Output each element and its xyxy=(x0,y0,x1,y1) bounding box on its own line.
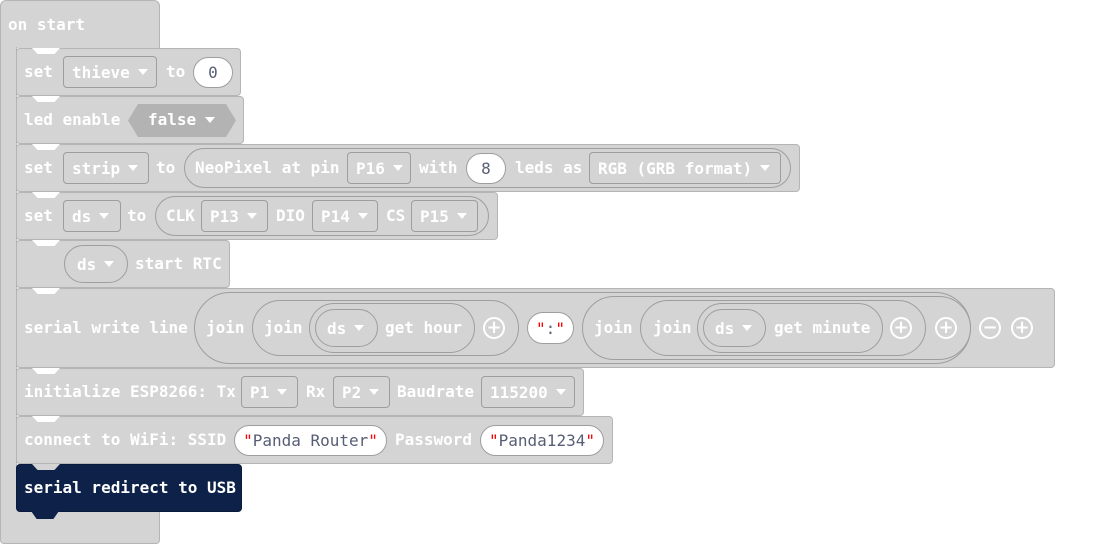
dropdown-arrow-icon xyxy=(456,213,467,219)
dropdown-arrow-icon xyxy=(392,165,403,171)
serial-write-line-label: serial write line xyxy=(24,318,188,337)
hour-variable-dropdown[interactable]: ds xyxy=(315,309,378,347)
variable-dropdown-thieve[interactable]: thieve xyxy=(63,56,157,88)
get-minute-label: get minute xyxy=(774,318,871,337)
on-start-label: on start xyxy=(8,15,86,34)
dropdown-arrow-icon xyxy=(555,389,566,395)
dropdown-arrow-icon xyxy=(137,69,148,75)
set-keyword: set xyxy=(24,158,53,177)
dropdown-arrow-icon xyxy=(354,325,365,331)
plus-icon[interactable]: + xyxy=(890,317,912,339)
neopixel-label: NeoPixel at pin xyxy=(195,158,340,177)
to-keyword: to xyxy=(166,62,186,81)
set-keyword: set xyxy=(24,62,53,81)
led-count-input[interactable]: 8 xyxy=(466,153,506,184)
leds-as-label: leds as xyxy=(515,158,583,177)
variable-dropdown-ds[interactable]: ds xyxy=(63,200,121,232)
dio-label: DIO xyxy=(276,206,305,225)
tx-pin-dropdown[interactable]: P1 xyxy=(241,376,298,408)
to-keyword: to xyxy=(127,206,147,225)
workspace: on start set thieve to 0 led enable fals… xyxy=(0,0,1106,544)
number-input[interactable]: 0 xyxy=(193,57,233,88)
variable-name: strip xyxy=(72,158,121,178)
get-hour-label: get hour xyxy=(385,318,463,337)
password-input[interactable]: " Panda1234 " xyxy=(480,425,604,456)
dropdown-arrow-icon xyxy=(246,213,257,219)
start-rtc-label: start RTC xyxy=(135,254,222,273)
pin-dropdown[interactable]: P16 xyxy=(347,152,411,184)
serial-redirect-label: serial redirect to USB xyxy=(24,478,236,497)
dropdown-arrow-icon xyxy=(277,389,288,395)
set-keyword: set xyxy=(24,206,53,225)
clk-pin-dropdown[interactable]: P13 xyxy=(201,200,268,232)
init-esp8266-label: initialize ESP8266: Tx xyxy=(24,382,236,401)
plus-icon[interactable]: + xyxy=(1011,317,1033,339)
dropdown-arrow-icon xyxy=(128,165,139,171)
cs-label: CS xyxy=(386,206,406,225)
rx-pin-dropdown[interactable]: P2 xyxy=(333,376,390,408)
rx-label: Rx xyxy=(306,382,326,401)
minute-variable-dropdown[interactable]: ds xyxy=(703,309,766,347)
on-start-arm xyxy=(0,47,17,497)
baudrate-label: Baudrate xyxy=(397,382,475,401)
variable-name: thieve xyxy=(72,62,130,82)
dropdown-arrow-icon xyxy=(357,213,368,219)
format-dropdown[interactable]: RGB (GRB format) xyxy=(589,152,781,184)
minus-icon[interactable]: − xyxy=(979,317,1001,339)
password-label: Password xyxy=(395,430,473,449)
variable-dropdown-strip[interactable]: strip xyxy=(63,152,149,184)
dropdown-arrow-icon xyxy=(99,213,110,219)
dropdown-arrow-icon xyxy=(760,165,771,171)
join-label: join xyxy=(594,318,633,337)
join-label: join xyxy=(206,318,245,337)
cs-pin-dropdown[interactable]: P15 xyxy=(411,200,478,232)
dropdown-arrow-icon xyxy=(104,261,115,267)
ssid-input[interactable]: " Panda Router " xyxy=(234,425,387,456)
connect-wifi-label: connect to WiFi: SSID xyxy=(24,430,227,449)
plus-icon[interactable]: + xyxy=(935,317,957,339)
with-keyword: with xyxy=(419,158,458,177)
join-label: join xyxy=(264,318,303,337)
boolean-value: false xyxy=(148,110,197,129)
to-keyword: to xyxy=(156,158,176,177)
led-enable-label: led enable xyxy=(24,110,121,129)
plus-icon[interactable]: + xyxy=(483,317,505,339)
dropdown-arrow-icon xyxy=(205,117,215,123)
dropdown-arrow-icon xyxy=(742,325,753,331)
separator-string[interactable]: ": " xyxy=(527,312,574,344)
baudrate-dropdown[interactable]: 115200 xyxy=(481,376,575,408)
clk-label: CLK xyxy=(166,206,195,225)
join-label: join xyxy=(653,318,692,337)
dio-pin-dropdown[interactable]: P14 xyxy=(312,200,378,232)
dropdown-arrow-icon xyxy=(369,389,380,395)
rtc-variable-dropdown[interactable]: ds xyxy=(64,245,128,283)
